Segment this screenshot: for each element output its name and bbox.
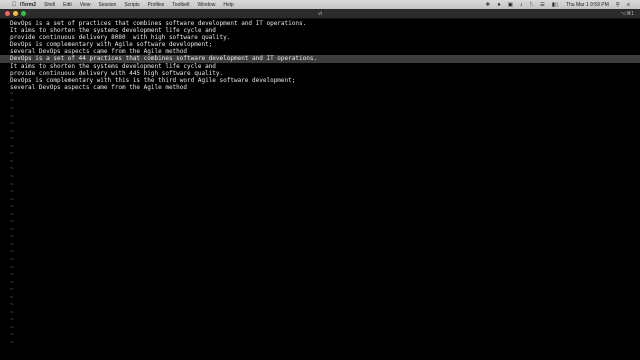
- tilde-marker: ~: [10, 136, 14, 143]
- tilde-marker: ~: [10, 121, 14, 128]
- screen-icon[interactable]: ▣: [508, 2, 513, 8]
- tilde-marker: ~: [10, 317, 14, 324]
- menu-edit[interactable]: Edit: [63, 2, 72, 8]
- tilde-marker: ~: [10, 211, 14, 218]
- menu-icon[interactable]: ≡: [627, 2, 630, 8]
- menu-scripts[interactable]: Scripts: [124, 2, 139, 8]
- tilde-marker: ~: [10, 234, 14, 241]
- text-line: It aims to shorten the systems developme…: [10, 62, 216, 70]
- tilde-marker: ~: [10, 196, 14, 203]
- dropbox-icon[interactable]: ❖: [485, 2, 490, 8]
- bluetooth-icon[interactable]: ᚢ: [530, 2, 533, 8]
- menu-view[interactable]: View: [80, 2, 91, 8]
- tilde-marker: ~: [10, 287, 14, 294]
- menu-shell[interactable]: Shell: [44, 2, 55, 8]
- empty-line-markers: ~ ~ ~ ~ ~ ~ ~ ~ ~ ~ ~ ~ ~ ~ ~ ~ ~ ~ ~ ~ ~ ~ ~ ~ ~ ~ ~ ~ ~ ~ ~ ~ ~ ~: [0, 91, 640, 348]
- tilde-marker: ~: [10, 264, 14, 271]
- tilde-marker: ~: [10, 332, 14, 339]
- window-shortcut: ⌥⌘1: [620, 10, 634, 17]
- menu-profiles[interactable]: Profiles: [148, 2, 165, 8]
- text-line: several DevOps aspects came from the Agi…: [10, 48, 188, 56]
- battery-icon[interactable]: ▮▯: [552, 2, 558, 8]
- tilde-marker: ~: [10, 272, 14, 279]
- record-icon[interactable]: ●: [497, 2, 500, 8]
- menu-toolbelt[interactable]: Toolbelt: [172, 2, 189, 8]
- tilde-marker: ~: [10, 339, 14, 346]
- tilde-marker: ~: [10, 151, 14, 158]
- terminal-title-bar[interactable]: vi ⌥⌘1: [0, 9, 640, 19]
- tilde-marker: ~: [10, 173, 14, 180]
- wifi-icon[interactable]: ☰: [540, 2, 545, 8]
- search-icon[interactable]: ⚲: [616, 2, 620, 8]
- tilde-marker: ~: [10, 324, 14, 331]
- tilde-marker: ~: [10, 249, 14, 256]
- tilde-marker: ~: [10, 241, 14, 248]
- tilde-marker: ~: [10, 90, 14, 97]
- tilde-marker: ~: [10, 166, 14, 173]
- text-line: provide continuous delivery with 445 hig…: [10, 69, 224, 77]
- tilde-marker: ~: [10, 302, 14, 309]
- text-line: It aims to shorten the systems developme…: [10, 27, 216, 35]
- menu-clock[interactable]: Thu Mar 1 9:59 PM: [566, 2, 609, 8]
- apple-icon[interactable]: : [0, 2, 20, 8]
- tilde-marker: ~: [10, 158, 14, 165]
- tilde-marker: ~: [10, 128, 14, 135]
- music-icon[interactable]: ♪: [520, 2, 523, 8]
- menu-window[interactable]: Window: [198, 2, 216, 8]
- text-line: several DevOps aspects came from the Agi…: [10, 83, 188, 91]
- tilde-marker: ~: [10, 226, 14, 233]
- text-line: DevOps is complementary with this is the…: [10, 76, 296, 84]
- status-area: ❖ ● ▣ ♪ ᚢ ☰ ▮▯ Thu Mar 1 9:59 PM ⚲ ≡: [478, 2, 640, 8]
- tilde-marker: ~: [10, 113, 14, 120]
- macos-menu-bar:  iTerm2 Shell Edit View Session Scripts…: [0, 0, 640, 9]
- tilde-marker: ~: [10, 98, 14, 105]
- tilde-marker: ~: [10, 309, 14, 316]
- tilde-marker: ~: [10, 106, 14, 113]
- menu-help[interactable]: Help: [223, 2, 233, 8]
- tilde-marker: ~: [10, 204, 14, 211]
- menu-iterm2[interactable]: iTerm2: [20, 2, 36, 8]
- tilde-marker: ~: [10, 181, 14, 188]
- text-line: DevOps is complementary with Agile softw…: [10, 41, 213, 49]
- window-title: vi: [318, 10, 322, 17]
- tilde-marker: ~: [10, 189, 14, 196]
- text-line: provide continuous delivery 8080 with hi…: [10, 34, 231, 42]
- tilde-marker: ~: [10, 294, 14, 301]
- cursor-line: DevOps is a set of 44 practices that com…: [0, 55, 640, 63]
- tilde-marker: ~: [10, 256, 14, 263]
- menu-session[interactable]: Session: [99, 2, 117, 8]
- tilde-marker: ~: [10, 279, 14, 286]
- tilde-marker: ~: [10, 219, 14, 226]
- vi-editor[interactable]: DevOps is a set of practices that combin…: [0, 20, 640, 360]
- text-line: DevOps is a set of practices that combin…: [10, 20, 307, 27]
- tilde-marker: ~: [10, 143, 14, 150]
